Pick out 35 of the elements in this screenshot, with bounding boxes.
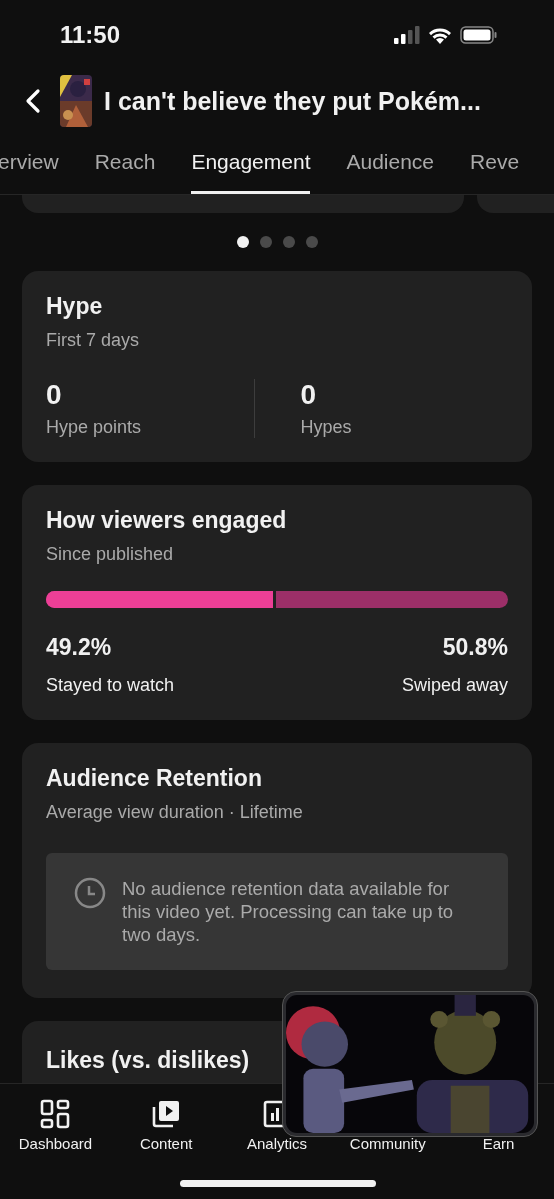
notice-text: No audience retention data available for this video yet. Processing can take up to two days. (122, 877, 455, 946)
status-time: 11:50 (60, 21, 121, 49)
nav-item[interactable]: Dashboard (0, 1084, 111, 1152)
page-dot[interactable] (259, 236, 272, 248)
card-subtitle: Average view duration · Lifetime (46, 802, 304, 823)
stat-value: 0 (46, 379, 63, 411)
tab[interactable]: Reve (470, 132, 520, 194)
stayed-label: Stayed to watch (46, 675, 176, 696)
stat-label: Hypes (300, 417, 353, 438)
card-title: Likes (vs. dislikes) (46, 1047, 251, 1074)
card-subtitle: Since published (46, 544, 175, 565)
nav-item[interactable]: Content (110, 1084, 222, 1152)
clock-icon (74, 877, 106, 909)
page-dot[interactable] (305, 236, 318, 248)
card-title: Hype (46, 293, 104, 320)
card-title: Audience Retention (46, 765, 263, 792)
stayed-percent: 49.2% (46, 634, 113, 661)
stat-value: 0 (300, 379, 318, 411)
swiped-label: Swiped away (401, 675, 508, 696)
tab[interactable]: Reach (94, 132, 156, 194)
wifi-icon (428, 26, 452, 44)
tab[interactable]: Audience (346, 132, 435, 194)
dashboard-icon (40, 1099, 71, 1129)
stat-label: Hype points (46, 417, 143, 438)
battery-icon (460, 26, 498, 44)
signal-icon (394, 26, 420, 44)
card-subtitle: First 7 days (46, 330, 141, 351)
page-dot[interactable] (282, 236, 295, 248)
swiped-percent: 50.8% (442, 634, 508, 661)
nav-item[interactable]: Earn (443, 1084, 554, 1152)
nav-item[interactable]: Community (332, 1084, 444, 1152)
video-title: I can't believe they put Pokém... (104, 86, 481, 116)
page-dot[interactable] (236, 236, 249, 248)
video-stack-icon (151, 1099, 182, 1129)
card-title: How viewers engaged (46, 507, 288, 534)
